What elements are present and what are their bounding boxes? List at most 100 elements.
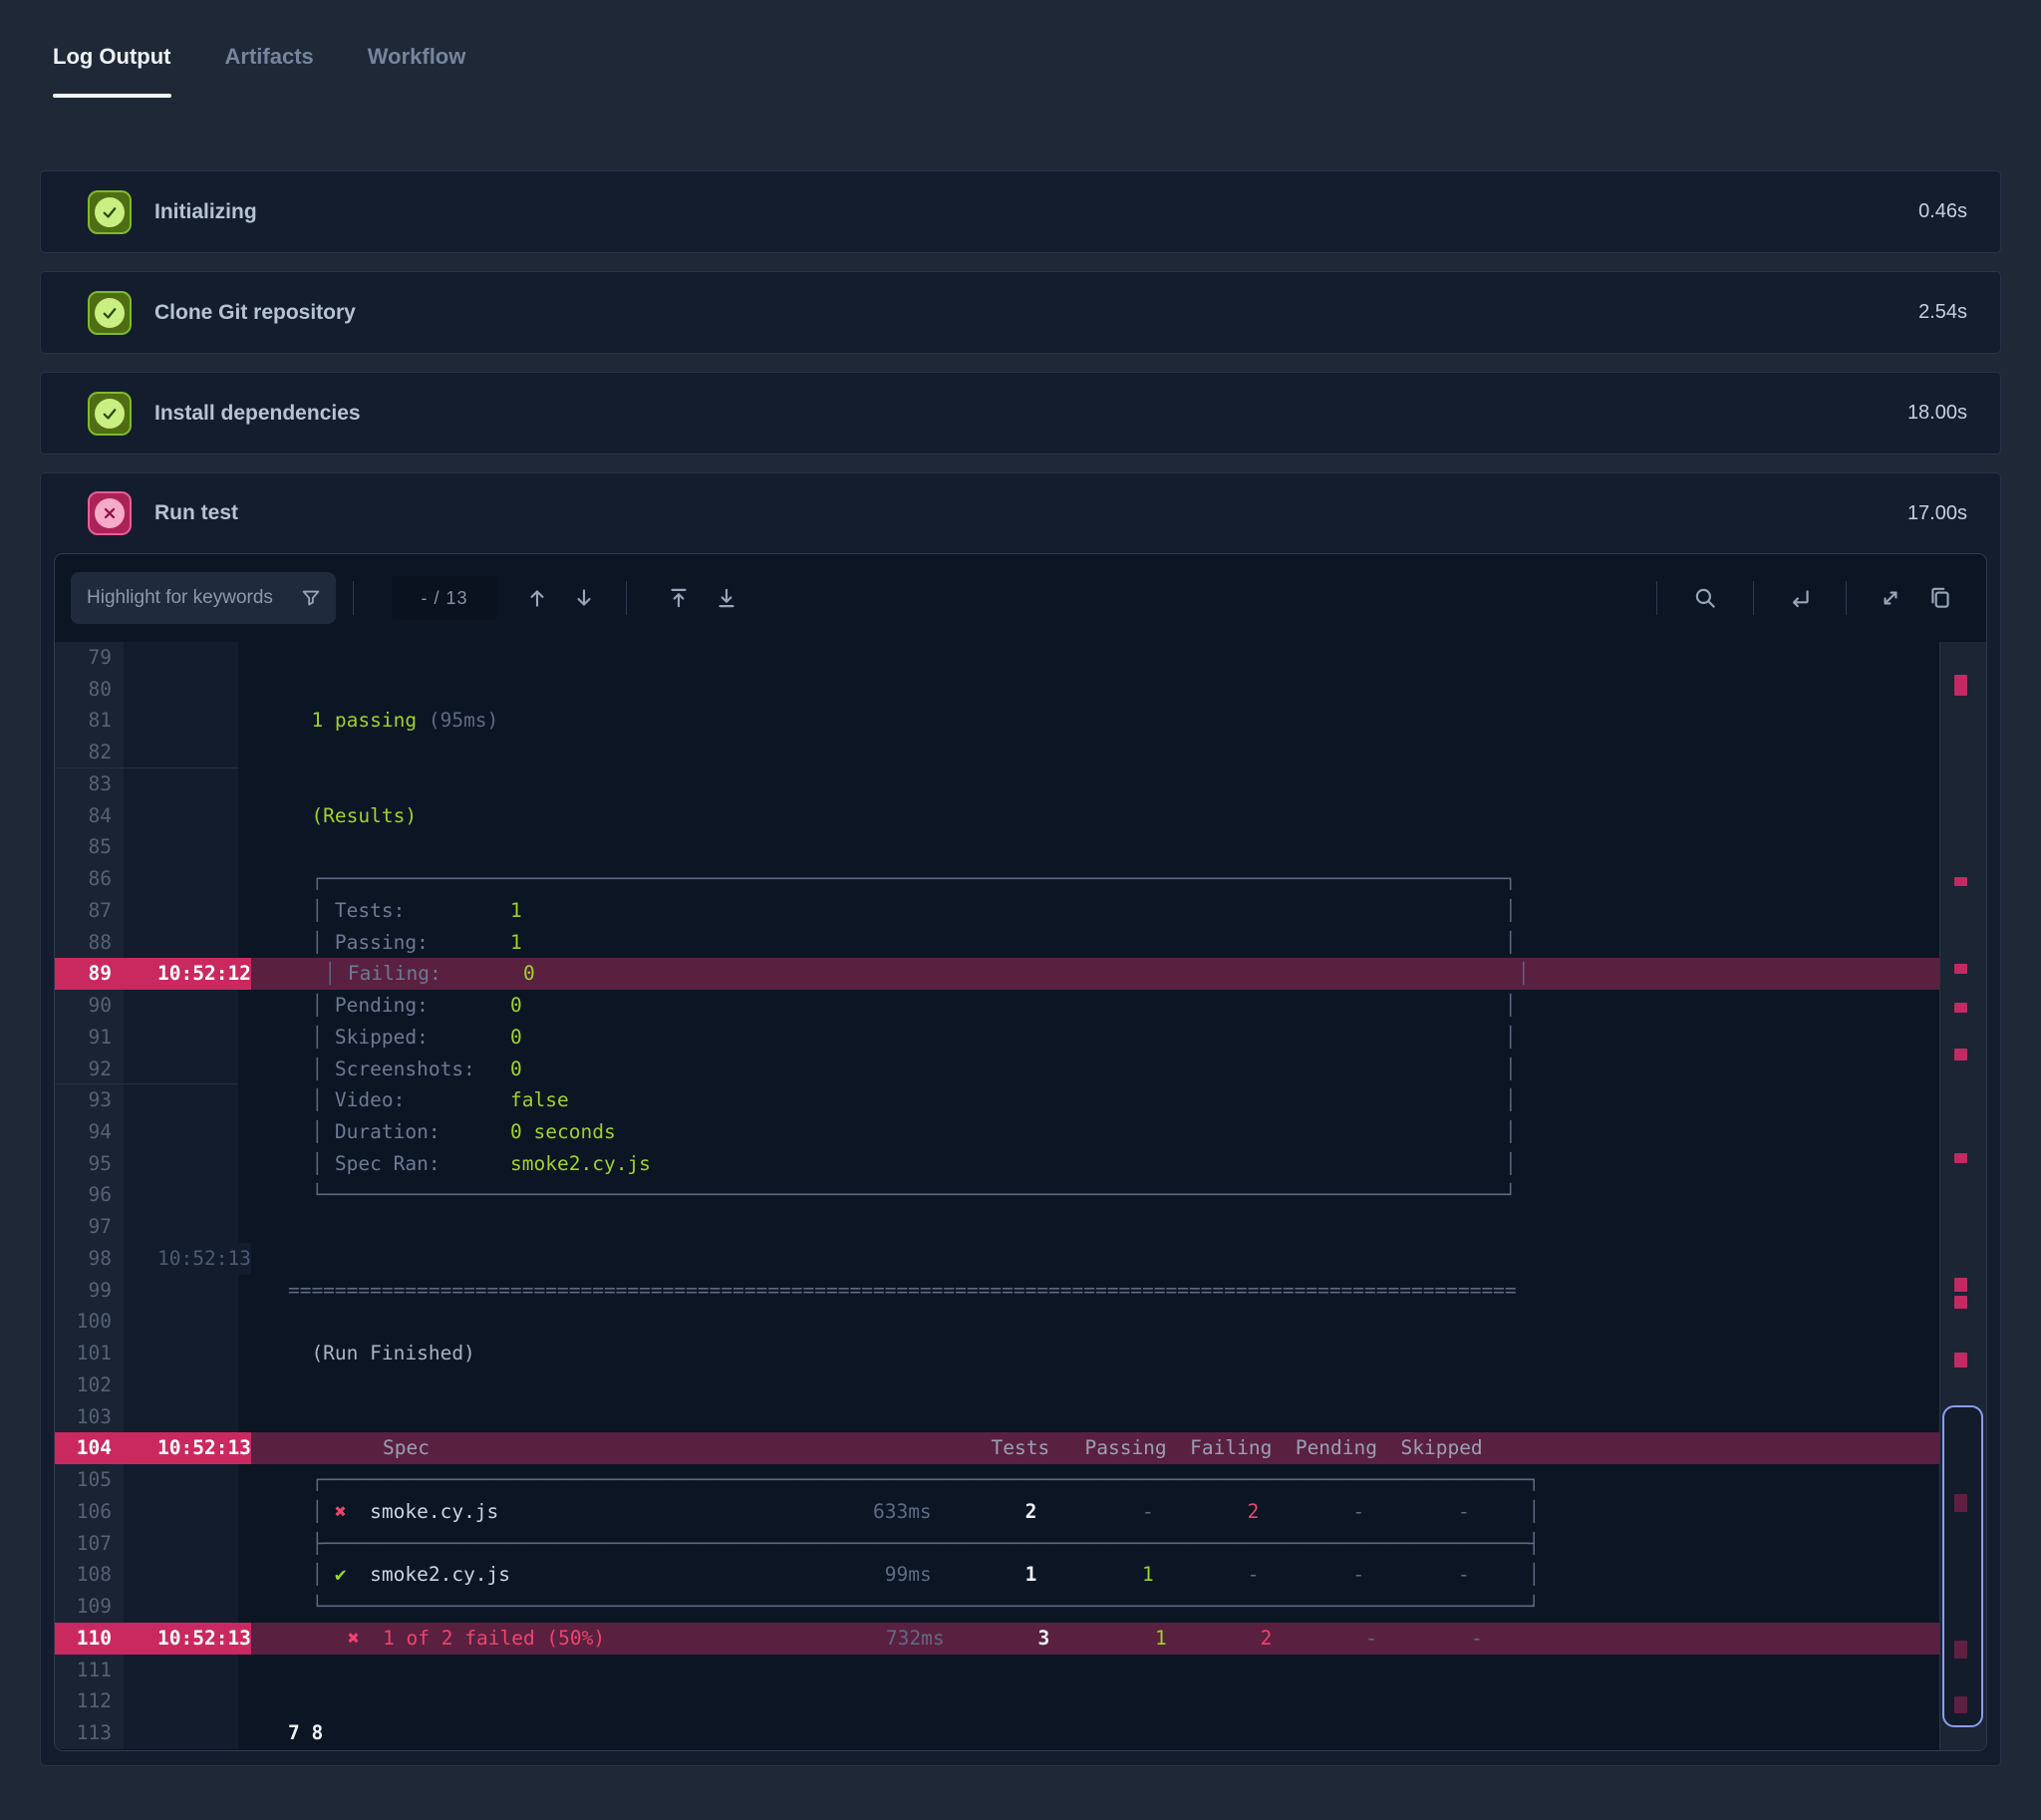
line-timestamp [124,894,238,927]
line-number[interactable]: 93 [55,1084,124,1117]
step-header-initializing[interactable]: Initializing 0.46s [41,171,2000,252]
minimap-scrollbar[interactable] [1939,642,1986,1750]
line-number[interactable]: 81 [55,705,124,738]
line-content [238,1685,1986,1717]
line-number[interactable]: 111 [55,1654,124,1686]
log-line: 111 [55,1654,1986,1686]
keyword-filter-input[interactable]: Highlight for keywords [71,572,336,624]
line-number[interactable]: 82 [55,737,124,768]
minimap-error-marker [1954,1003,1967,1013]
line-content: │ Tests: 1 │ [241,898,1517,922]
line-number[interactable]: 85 [55,831,124,864]
line-number[interactable]: 105 [55,1464,124,1496]
scroll-to-bottom-icon [719,588,734,608]
log-line: 107 ├───────────────────────────────────… [55,1527,1986,1560]
line-number[interactable]: 112 [55,1685,124,1717]
copy-log-button[interactable] [1920,578,1960,618]
line-content [238,1401,1986,1433]
line-number[interactable]: 88 [55,926,124,959]
line-number[interactable]: 103 [55,1400,124,1433]
log-line: 84 (Results) [55,799,1986,832]
line-timestamp [124,1021,238,1054]
prev-match-button[interactable] [517,578,557,618]
arrow-down-icon [577,589,591,606]
line-timestamp [124,1053,238,1085]
line-timestamp [124,1685,238,1717]
line-number[interactable]: 100 [55,1306,124,1339]
line-number[interactable]: 104 [55,1432,124,1465]
line-content: │ Skipped: 0 │ [241,1025,1517,1049]
tab-artifacts-label: Artifacts [224,44,314,69]
expand-button[interactable] [1871,578,1910,618]
scrollbar-thumb[interactable] [1942,1405,1983,1727]
line-timestamp [124,767,238,800]
line-content [238,1369,1986,1401]
line-content: ├───────────────────────────────────────… [241,1531,1541,1555]
line-timestamp [124,863,238,895]
log-line: 102 [55,1368,1986,1401]
line-timestamp [124,799,238,832]
line-number[interactable]: 92 [55,1053,124,1085]
line-number[interactable]: 101 [55,1338,124,1369]
line-content: │ Pending: 0 │ [241,994,1517,1018]
wrap-lines-button[interactable] [1780,578,1820,618]
line-number[interactable]: 97 [55,1211,124,1243]
line-content: └───────────────────────────────────────… [241,1183,1517,1207]
success-check-icon [88,290,132,335]
line-content [238,831,1986,863]
step-header-install-dependencies[interactable]: Install dependencies 18.00s [41,373,2000,454]
scroll-to-top-button[interactable] [659,578,699,618]
next-match-button[interactable] [564,578,604,618]
tab-artifacts[interactable]: Artifacts [225,44,314,98]
line-number[interactable]: 96 [55,1179,124,1212]
line-number[interactable]: 108 [55,1559,124,1592]
line-timestamp [124,1527,238,1560]
line-timestamp [124,737,238,768]
line-number[interactable]: 86 [55,863,124,895]
line-number[interactable]: 84 [55,799,124,832]
line-number[interactable]: 98 [55,1242,124,1275]
log-line: 110 10:52:13 ✖ 1 of 2 failed (50%) 732ms … [55,1622,1986,1655]
log-panel: Highlight for keywords - / 13 79 80 81 1… [54,553,1987,1751]
line-number[interactable]: 89 [55,958,124,991]
line-number[interactable]: 107 [55,1527,124,1560]
line-number[interactable]: 80 [55,673,124,706]
log-output-area: 79 80 81 1 passing (95ms) 82 83 84 (Results) 8… [55,642,1986,1750]
tab-log-output[interactable]: Log Output [53,44,171,98]
search-button[interactable] [1685,578,1725,618]
line-number[interactable]: 91 [55,1021,124,1054]
step-header-clone-git-repository[interactable]: Clone Git repository 2.54s [41,272,2000,353]
log-line: 101 (Run Finished) [55,1338,1986,1369]
line-number[interactable]: 113 [55,1716,124,1749]
line-number[interactable]: 87 [55,894,124,927]
line-number[interactable]: 109 [55,1591,124,1623]
tab-workflow[interactable]: Workflow [368,44,466,98]
minimap-error-marker [1954,1049,1967,1061]
line-number[interactable]: 79 [55,642,124,674]
line-number[interactable]: 102 [55,1368,124,1401]
tab-workflow-label: Workflow [367,44,466,69]
success-check-icon [88,391,132,436]
minimap-error-marker [1954,1278,1967,1292]
line-content [238,642,1986,674]
step-header-run-test[interactable]: Run test 17.00s [41,473,2000,553]
line-number[interactable]: 83 [55,767,124,800]
line-number[interactable]: 110 [55,1622,124,1655]
line-number[interactable]: 90 [55,990,124,1022]
line-timestamp: 10:52:13 [124,1432,251,1465]
line-timestamp [124,1654,238,1686]
line-content: 1 passing (95ms) [241,709,499,733]
scroll-to-bottom-button[interactable] [707,578,746,618]
failed-x-icon [88,491,132,535]
line-content: Spec Tests Passing Failing Pending Skipp… [250,1432,1986,1465]
log-line: 113 7 8 [55,1716,1986,1749]
line-number[interactable]: 99 [55,1274,124,1307]
line-timestamp [124,1464,238,1496]
toolbar-divider [1656,581,1657,615]
line-number[interactable]: 94 [55,1116,124,1148]
step-duration: 18.00s [1906,402,1967,424]
line-timestamp: 10:52:13 [124,1622,251,1655]
line-timestamp [124,1084,238,1117]
line-number[interactable]: 106 [55,1495,124,1528]
line-number[interactable]: 95 [55,1147,124,1180]
